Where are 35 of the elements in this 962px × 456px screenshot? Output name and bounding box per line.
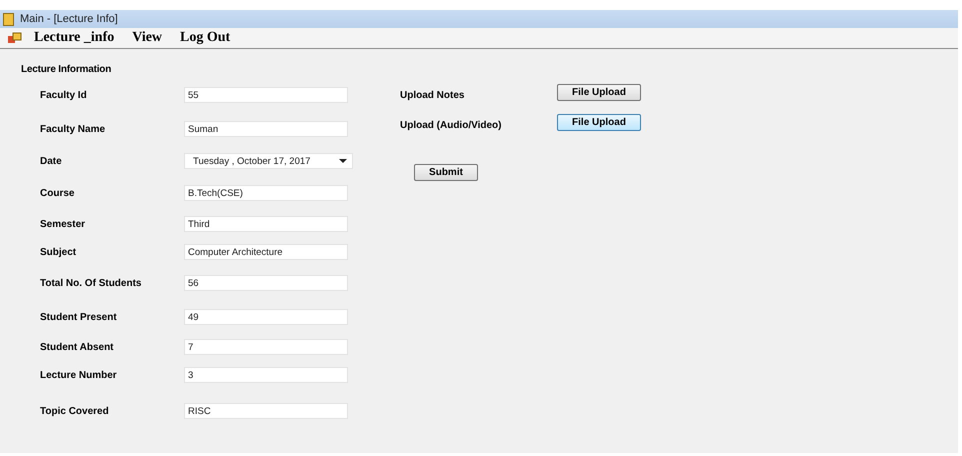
field-label: Student Present	[40, 312, 118, 322]
input-field[interactable]: B.Tech(CSE)	[184, 185, 348, 201]
input-field[interactable]: 49	[184, 309, 348, 325]
form-icon	[8, 32, 22, 44]
input-field[interactable]: 55	[184, 87, 348, 103]
field-label: Student Absent	[40, 342, 115, 352]
input-field[interactable]: RISC	[184, 403, 348, 419]
field-label: Faculty Id	[40, 90, 88, 100]
dropdown-arrow-icon[interactable]	[339, 158, 347, 164]
file-upload-button[interactable]: File Upload	[557, 84, 641, 101]
field-label: Semester	[40, 218, 86, 230]
field-label: Topic Covered	[40, 406, 110, 416]
input-field[interactable]: Third	[184, 216, 348, 232]
menu-item[interactable]: View	[132, 30, 162, 46]
section-title: Lecture Information	[21, 64, 112, 75]
field-label: Subject	[40, 246, 78, 258]
menu-item[interactable]: Log Out	[180, 30, 230, 46]
field-label: Total No. Of Students	[40, 278, 142, 288]
field-label: Lecture Number	[40, 370, 118, 380]
window-title: Main - [Lecture Info]	[20, 13, 118, 25]
input-field[interactable]: Suman	[184, 121, 348, 137]
upload-label: Upload (Audio/Video)	[400, 120, 502, 131]
input-field[interactable]: 7	[184, 339, 348, 355]
app-icon	[3, 12, 14, 26]
input-field[interactable]: 56	[184, 275, 348, 291]
input-field[interactable]: Computer Architecture	[184, 244, 348, 260]
input-field[interactable]: 3	[184, 367, 348, 383]
submit-button[interactable]: Submit	[414, 164, 478, 181]
file-upload-button[interactable]: File Upload	[557, 114, 641, 131]
field-label: Date	[40, 156, 63, 166]
field-label: Course	[40, 188, 76, 198]
upload-label: Upload Notes	[400, 90, 466, 101]
field-label: Faculty Name	[40, 124, 106, 134]
menu-item[interactable]: Lecture _info	[34, 30, 114, 46]
date-picker[interactable]: Tuesday , October 17, 2017	[184, 153, 353, 169]
